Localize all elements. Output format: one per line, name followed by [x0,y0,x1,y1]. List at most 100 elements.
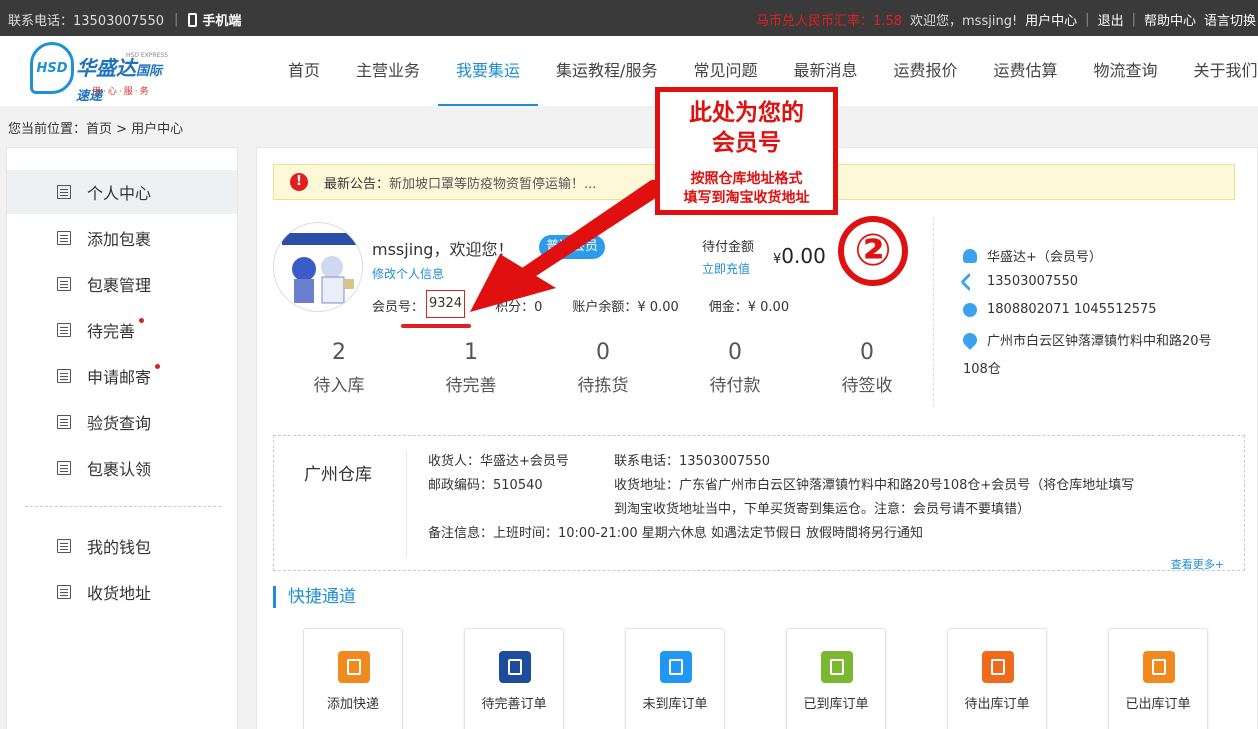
exchange-rate-label: 马币兑人民币汇率： [756,14,874,29]
sidebar-item-add-package[interactable]: 添加包裹 [7,216,237,260]
list-icon [57,415,71,429]
quick-pending-outbound-orders[interactable]: 待出库订单 [947,628,1047,729]
logo-name: 华盛达国际速递 [76,52,170,105]
sidebar-item-wallet[interactable]: 我的钱包 [7,524,237,568]
quick-label: 待完善订单 [481,697,547,712]
sidebar-item-label: 申请邮寄 [87,368,152,387]
list-icon [57,539,71,553]
top-bar-right: 马币兑人民币汇率：1.58 欢迎您，mssjing! 用户中心 | 退出 | 帮… [756,10,1256,29]
member-number-label: 会员号： [372,300,425,315]
stat-to-pick[interactable]: 0 待拣货 [537,340,669,396]
sidebar-item-to-complete[interactable]: 待完善 [7,308,237,352]
annotation-arrow [470,180,674,312]
stat-count: 1 [464,340,478,365]
step-number-badge: ② [838,216,908,286]
sidebar-item-package-management[interactable]: 包裹管理 [7,262,237,306]
sidebar-item-apply-shipping[interactable]: 申请邮寄 [7,354,237,398]
annotation-callout: 此处为您的 会员号 按照仓库地址格式 填写到淘宝收货地址 [655,87,838,215]
contact-address-cont: 108仓 [963,362,1001,377]
separator: | [1085,12,1090,27]
logo-slogan: 用·心·服·务 [92,87,151,97]
shipped-orders-icon [1143,651,1175,683]
annotation-title: 此处为您的 会员号 [660,98,833,158]
separator: | [173,12,179,27]
main-panel: ! 最新公告： 新加坡口罩等防疫物资暂停运输！... mssjing，欢迎您！ … [256,147,1258,729]
nav-shipping-rates[interactable]: 运费报价 [875,36,975,106]
mobile-link[interactable]: 手机端 [188,10,241,29]
phone-icon [960,271,980,292]
amount-due: ¥0.00 [773,244,826,268]
list-icon [57,323,71,337]
sidebar-item-package-claim[interactable]: 包裹认领 [7,446,237,490]
divider [406,450,407,558]
contact-qq: 1808802071 1045512575 [987,302,1157,317]
sidebar-item-label: 个人中心 [87,184,152,203]
list-icon [57,585,71,599]
stat-to-complete[interactable]: 1 待完善 [405,340,537,396]
quick-shipped-orders[interactable]: 已出库订单 [1108,628,1208,729]
quick-arrived-orders[interactable]: 已到库订单 [786,628,886,729]
stat-label: 待入库 [313,376,365,396]
quick-add-express[interactable]: 添加快递 [303,628,403,729]
list-icon [57,185,71,199]
logout-link[interactable]: 退出 [1098,10,1124,29]
sidebar-item-label: 包裹管理 [87,276,152,295]
sidebar-item-label: 包裹认领 [87,460,152,479]
stat-to-sign[interactable]: 0 待签收 [801,340,933,396]
top-up-link[interactable]: 立即充值 [702,260,750,277]
package-stats: 2 待入库 1 待完善 0 待拣货 0 待付款 0 待签收 [273,340,933,400]
user-center-link[interactable]: 用户中心 [1025,10,1077,29]
user-icon [963,248,977,263]
exchange-rate-value: 1.58 [873,14,903,29]
quick-to-complete-orders[interactable]: 待完善订单 [464,628,564,729]
nav-about[interactable]: 关于我们 [1176,36,1258,106]
warehouse-address-cont: 到淘宝收货地址当中，下单买货寄到集运仓。注意：会员号请不要填错） [614,502,1031,517]
logo-name-en: HSD EXPRESS [126,52,168,59]
sidebar-item-label: 待完善 [87,322,136,341]
nav-consolidation[interactable]: 我要集运 [438,36,539,106]
stat-label: 待签收 [841,376,893,396]
nav-main-business[interactable]: 主营业务 [338,36,438,106]
welcome-text: 欢迎您，mssjing! [910,14,1018,29]
separator: | [1131,12,1136,27]
amount-due-label: 待付金额 [702,240,755,255]
contact-address-row: 广州市白云区钟落潭镇竹料中和路20号 [960,329,1212,350]
nav-home[interactable]: 首页 [270,36,338,106]
sidebar-item-inspection[interactable]: 验货查询 [7,400,237,444]
sidebar: 个人中心 添加包裹 包裹管理 待完善 申请邮寄 验货查询 包裹认领 我的钱包 收… [6,147,238,729]
breadcrumb: 您当前位置：首页 > 用户中心 [8,122,184,137]
sidebar-item-personal-center[interactable]: 个人中心 [7,170,237,214]
announcement-title: 最新公告： [324,176,390,192]
list-icon [57,277,71,291]
help-center-link[interactable]: 帮助中心 [1144,10,1196,29]
divider [933,218,934,406]
contact-name: 华盛达+（会员号） [987,250,1102,265]
view-more-link[interactable]: 查看更多+ [1171,556,1224,572]
stat-to-pay[interactable]: 0 待付款 [669,340,801,396]
warehouse-address: 收货地址：广东省广州市白云区钟落潭镇竹料中和路20号108仓+会员号（将仓库地址… [614,478,1135,493]
stat-label: 待拣货 [577,376,629,396]
stat-pending-inbound[interactable]: 2 待入库 [273,340,405,396]
logo[interactable]: HSD 华盛达国际速递 HSD EXPRESS 用·心·服·务 [30,40,170,104]
top-bar: 联系电话：13503007550 | 手机端 马币兑人民币汇率：1.58 欢迎您… [0,0,1258,36]
sidebar-item-label: 收货地址 [87,584,152,603]
warehouse-remark: 备注信息：上班时间：10:00-21:00 星期六休息 如遇法定节假日 放假時間… [428,526,924,541]
nav-tracking[interactable]: 物流查询 [1076,36,1176,106]
avatar[interactable] [273,222,363,312]
sidebar-item-addresses[interactable]: 收货地址 [7,570,237,614]
nav-estimate[interactable]: 运费估算 [976,36,1076,106]
quick-not-arrived-orders[interactable]: 未到库订单 [625,628,725,729]
to-complete-orders-icon [499,651,531,683]
warehouse-card: 广州仓库 收货人：华盛达+会员号 邮政编码：510540 联系电话：135030… [273,435,1245,571]
edit-profile-link[interactable]: 修改个人信息 [372,265,444,282]
qq-icon [963,302,977,317]
language-switch-link[interactable]: 语言切换 [1204,10,1256,29]
annotation-subtitle-line: 按照仓库地址格式 [690,171,803,187]
quick-label: 已出库订单 [1125,697,1191,712]
annotation-underline [401,324,471,328]
quick-label: 未到库订单 [642,697,708,712]
avatar-illustration [282,233,356,304]
commission: 佣金：¥ 0.00 [708,300,790,315]
contact-phone: 联系电话：13503007550 [8,14,164,29]
mobile-phone-icon [188,12,198,27]
